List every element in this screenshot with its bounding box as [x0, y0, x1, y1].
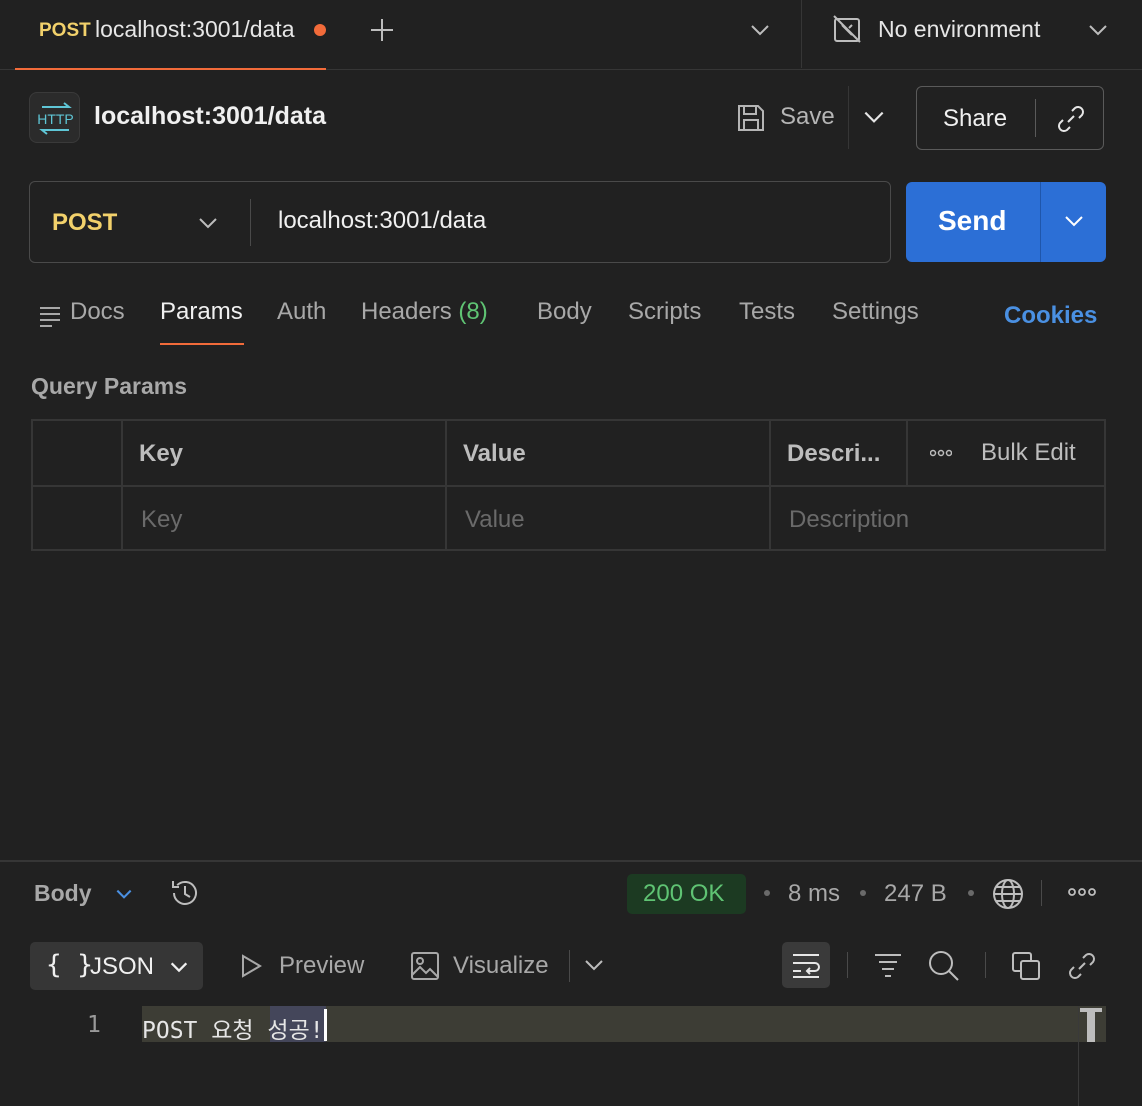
response-body-text: POST 요청 성공!: [142, 1018, 324, 1044]
divider: [801, 0, 802, 68]
chevron-down-icon[interactable]: [1062, 209, 1086, 233]
preview-button[interactable]: Preview: [279, 952, 364, 980]
link-icon[interactable]: [1055, 103, 1087, 135]
history-icon[interactable]: [168, 876, 202, 910]
scroll-thumb-icon[interactable]: [1080, 1008, 1102, 1042]
wrap-lines-button[interactable]: [782, 942, 830, 988]
request-tab[interactable]: POST localhost:3001/data: [15, 0, 326, 70]
search-icon[interactable]: [927, 949, 961, 983]
tab-docs[interactable]: Docs: [70, 298, 125, 326]
query-params-table: Key Value Descri... Bulk Edit Key Value …: [31, 419, 1106, 551]
tab-method: POST: [39, 20, 91, 41]
filter-icon[interactable]: [873, 951, 903, 979]
send-label: Send: [938, 205, 1007, 236]
chevron-down-icon[interactable]: [1086, 18, 1110, 42]
headers-count: (8): [458, 298, 488, 325]
url-input[interactable]: [278, 207, 858, 235]
tab-title: localhost:3001/data: [95, 16, 295, 42]
key-input[interactable]: Key: [141, 506, 182, 534]
tab-scripts[interactable]: Scripts: [628, 298, 701, 326]
more-options-icon[interactable]: [930, 449, 952, 457]
share-label: Share: [943, 105, 1008, 132]
save-button[interactable]: Save: [735, 100, 847, 136]
status-code: 200 OK: [643, 880, 725, 907]
chevron-down-icon: [168, 956, 190, 978]
section-title: Query Params: [31, 373, 187, 399]
column-header-key: Key: [139, 440, 184, 467]
cookies-link[interactable]: Cookies: [1004, 302, 1097, 330]
separator-dot: [764, 890, 770, 896]
docs-icon: [38, 305, 62, 327]
chevron-down-icon[interactable]: [748, 18, 772, 42]
chevron-down-icon[interactable]: [196, 211, 220, 235]
divider: [1040, 182, 1041, 262]
no-environment-icon: [832, 14, 862, 44]
image-icon[interactable]: [410, 951, 440, 981]
save-label: Save: [780, 103, 835, 130]
active-tab-indicator: [160, 343, 244, 345]
wrap-lines-icon: [791, 951, 821, 979]
environment-selector[interactable]: No environment: [878, 16, 1040, 43]
divider: [33, 485, 1104, 487]
chevron-down-icon[interactable]: [861, 104, 887, 130]
divider: [569, 950, 570, 982]
plus-icon[interactable]: [368, 16, 396, 44]
format-selector[interactable]: { } JSON: [30, 942, 203, 990]
divider: [1041, 880, 1042, 906]
bulk-edit-button[interactable]: Bulk Edit: [981, 439, 1076, 467]
link-icon[interactable]: [1066, 950, 1098, 982]
play-icon[interactable]: [238, 953, 264, 979]
scrollbar[interactable]: [1078, 1006, 1079, 1106]
http-icon: HTTP: [29, 92, 80, 143]
line-number: 1: [87, 1012, 101, 1038]
text-caret: [324, 1009, 327, 1041]
tab-headers[interactable]: Headers (8): [361, 298, 488, 326]
status-badge[interactable]: 200 OK: [627, 874, 746, 914]
save-icon: [735, 102, 767, 134]
response-size[interactable]: 247 B: [884, 880, 947, 908]
response-time[interactable]: 8 ms: [788, 880, 840, 908]
method-selector[interactable]: POST: [52, 209, 117, 237]
divider: [848, 86, 849, 149]
tab-headers-label: Headers: [361, 298, 452, 325]
tab-tests[interactable]: Tests: [739, 298, 795, 326]
globe-icon[interactable]: [991, 877, 1025, 911]
tab-settings[interactable]: Settings: [832, 298, 919, 326]
value-input[interactable]: Value: [465, 506, 525, 534]
column-header-value: Value: [463, 440, 526, 467]
format-label: JSON: [90, 953, 155, 980]
send-button[interactable]: Send: [906, 182, 1106, 262]
more-options-icon[interactable]: [1068, 887, 1096, 897]
separator-dot: [860, 890, 866, 896]
divider: [985, 952, 986, 978]
code-editor-line[interactable]: POST 요청 성공!: [142, 1006, 1106, 1044]
tab-body[interactable]: Body: [537, 298, 592, 326]
request-title[interactable]: localhost:3001/data: [94, 102, 326, 131]
tab-params[interactable]: Params: [160, 298, 243, 326]
visualize-button[interactable]: Visualize: [453, 952, 549, 980]
chevron-down-icon[interactable]: [582, 953, 606, 977]
divider: [906, 421, 908, 485]
tab-bar: POST localhost:3001/data No environment: [0, 0, 1142, 70]
unsaved-dot-icon: [314, 24, 326, 36]
description-input[interactable]: Description: [789, 506, 909, 534]
share-button[interactable]: Share: [916, 86, 1104, 150]
url-bar: POST: [29, 181, 891, 263]
column-header-description: Descri...: [787, 440, 881, 467]
divider: [1035, 99, 1036, 137]
divider: [250, 199, 251, 246]
divider: [0, 860, 1142, 862]
copy-icon[interactable]: [1010, 950, 1042, 982]
svg-text:HTTP: HTTP: [37, 111, 74, 127]
json-braces-icon: { }: [46, 950, 93, 980]
divider: [847, 952, 848, 978]
tab-auth[interactable]: Auth: [277, 298, 326, 326]
chevron-down-icon[interactable]: [114, 884, 134, 904]
response-body-label[interactable]: Body: [34, 880, 92, 907]
separator-dot: [968, 890, 974, 896]
